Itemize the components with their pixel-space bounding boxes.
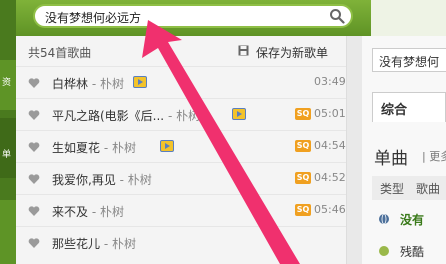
top-bar bbox=[16, 0, 446, 36]
song-row[interactable]: 平凡之路(电影《后... - 朴树 SQ 05:01 bbox=[16, 98, 346, 131]
tab-comprehensive[interactable]: 综合 bbox=[372, 92, 446, 122]
song-artist: - 朴树 bbox=[88, 77, 124, 91]
results-search-field[interactable]: 没有梦想何 bbox=[372, 48, 446, 72]
mv-icon[interactable] bbox=[232, 108, 246, 120]
song-count: 共54首歌曲 bbox=[28, 46, 92, 60]
search-icon[interactable] bbox=[329, 8, 345, 24]
search-box[interactable] bbox=[33, 4, 353, 28]
sq-badge: SQ bbox=[295, 108, 311, 120]
search-input[interactable] bbox=[45, 9, 325, 25]
heart-icon[interactable] bbox=[28, 237, 40, 249]
nav-label-1: 资 bbox=[2, 78, 12, 88]
column-type: 类型 bbox=[380, 182, 405, 196]
sq-badge: SQ bbox=[295, 172, 311, 184]
column-song: 歌曲 bbox=[416, 182, 441, 196]
nav-tab-2[interactable] bbox=[0, 118, 16, 178]
song-name: 白桦林 bbox=[52, 77, 89, 91]
song-duration: 03:49 bbox=[314, 75, 346, 88]
globe-icon bbox=[379, 213, 389, 225]
song-title: 白桦林 - 朴树 bbox=[52, 75, 124, 92]
tab-comprehensive-label: 综合 bbox=[381, 103, 408, 118]
mv-icon[interactable] bbox=[160, 140, 174, 152]
song-duration: 04:54 bbox=[314, 139, 346, 152]
left-nav-strip: 资 单 bbox=[0, 0, 16, 264]
song-row[interactable]: 生如夏花 - 朴树 SQ 04:54 bbox=[16, 130, 346, 163]
save-as-new-playlist-button[interactable]: 保存为新歌单 bbox=[256, 44, 328, 61]
song-row[interactable]: 那些花儿 - 朴树 bbox=[16, 226, 346, 259]
song-duration: 05:46 bbox=[314, 203, 346, 216]
heart-icon[interactable] bbox=[28, 205, 40, 217]
result-title: 没有 bbox=[400, 213, 425, 227]
save-icon[interactable] bbox=[238, 45, 249, 56]
heart-icon[interactable] bbox=[28, 77, 40, 89]
song-duration: 05:01 bbox=[314, 107, 346, 120]
song-artist: - 朴树 bbox=[88, 205, 124, 219]
nav-tab-3[interactable] bbox=[0, 200, 16, 264]
song-name: 来不及 bbox=[52, 205, 89, 219]
song-title: 那些花儿 - 朴树 bbox=[52, 235, 136, 252]
result-row[interactable]: 残酷 bbox=[372, 240, 446, 264]
song-row[interactable]: 我爱你,再见 - 朴树 SQ 04:52 bbox=[16, 162, 346, 195]
search-results-panel: 没有梦想何 综合 单曲 | 更多 类型 歌曲 没有 残酷 bbox=[362, 36, 446, 264]
song-row[interactable]: 来不及 - 朴树 SQ 05:46 bbox=[16, 194, 346, 227]
section-title-singles: 单曲 bbox=[374, 149, 408, 169]
result-title: 残酷 bbox=[400, 245, 425, 259]
song-artist: - 朴树 bbox=[100, 237, 136, 251]
nav-label-2: 单 bbox=[2, 150, 12, 160]
top-right-area bbox=[371, 0, 446, 36]
song-name: 生如夏花 bbox=[52, 141, 101, 155]
song-name: 平凡之路(电影《后... bbox=[52, 109, 165, 123]
song-title: 平凡之路(电影《后... - 朴树 bbox=[52, 107, 200, 124]
music-icon bbox=[379, 246, 389, 256]
song-name: 我爱你,再见 bbox=[52, 173, 116, 187]
song-title: 生如夏花 - 朴树 bbox=[52, 139, 136, 156]
mv-icon[interactable] bbox=[133, 76, 147, 88]
results-column-header: 类型 歌曲 bbox=[372, 176, 446, 200]
sq-badge: SQ bbox=[295, 140, 311, 152]
song-duration: 04:52 bbox=[314, 171, 346, 184]
result-row[interactable]: 没有 bbox=[372, 208, 446, 232]
song-name: 那些花儿 bbox=[52, 237, 101, 251]
song-title: 来不及 - 朴树 bbox=[52, 203, 124, 220]
song-artist: - 朴树 bbox=[115, 173, 152, 187]
sq-badge: SQ bbox=[295, 204, 311, 216]
song-artist: - 朴树 bbox=[100, 141, 136, 155]
song-row[interactable]: 白桦林 - 朴树 03:49 bbox=[16, 66, 346, 99]
heart-icon[interactable] bbox=[28, 173, 40, 185]
song-list-panel: 共54首歌曲 保存为新歌单 白桦林 - 朴树 03:49 平凡之路(电影《后... … bbox=[16, 36, 347, 264]
song-title: 我爱你,再见 - 朴树 bbox=[52, 171, 152, 188]
heart-icon[interactable] bbox=[28, 109, 40, 121]
results-search-text: 没有梦想何 bbox=[379, 55, 440, 69]
song-list-header: 共54首歌曲 保存为新歌单 bbox=[16, 36, 346, 66]
more-link[interactable]: | 更多 bbox=[422, 148, 446, 164]
song-artist: - 朴树 bbox=[164, 109, 201, 123]
heart-icon[interactable] bbox=[28, 141, 40, 153]
